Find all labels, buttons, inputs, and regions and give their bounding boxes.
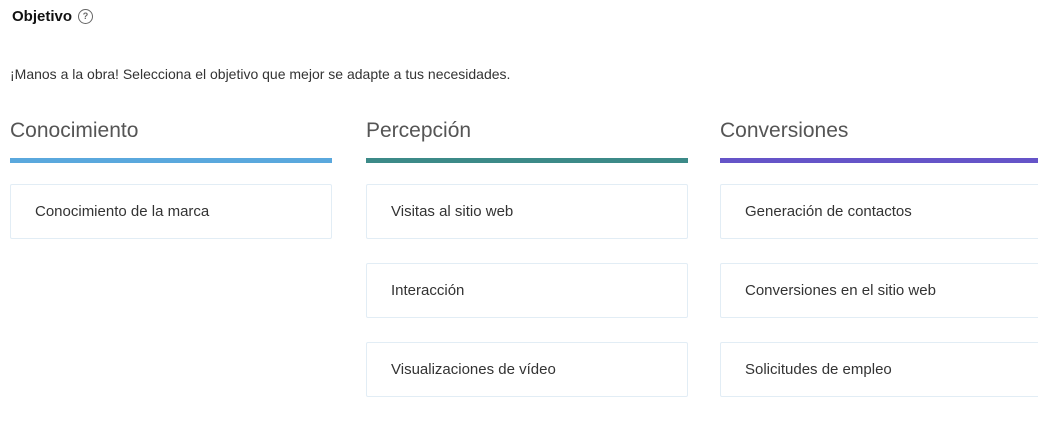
- column-bar-percepcion: [366, 158, 688, 163]
- objective-option-generacion-de-contactos[interactable]: Generación de contactos: [720, 184, 1038, 239]
- objective-option-interaccion[interactable]: Interacción: [366, 263, 688, 318]
- column-bar-conocimiento: [10, 158, 332, 163]
- column-bar-conversiones: [720, 158, 1038, 163]
- objective-option-solicitudes-de-empleo[interactable]: Solicitudes de empleo: [720, 342, 1038, 397]
- objective-header: Objetivo ?: [12, 8, 94, 25]
- column-conversiones: Conversiones Generación de contactos Con…: [720, 118, 1038, 421]
- column-heading-conocimiento: Conocimiento: [10, 119, 139, 142]
- objective-option-conversiones-en-el-sitio-web[interactable]: Conversiones en el sitio web: [720, 263, 1038, 318]
- page-subtitle: ¡Manos a la obra! Selecciona el objetivo…: [10, 66, 511, 82]
- objective-option-conocimiento-de-la-marca[interactable]: Conocimiento de la marca: [10, 184, 332, 239]
- objective-option-visitas-al-sitio-web[interactable]: Visitas al sitio web: [366, 184, 688, 239]
- column-heading-percepcion: Percepción: [366, 119, 472, 142]
- column-heading-conversiones: Conversiones: [720, 119, 849, 142]
- objective-option-visualizaciones-de-video[interactable]: Visualizaciones de vídeo: [366, 342, 688, 397]
- page-title: Objetivo: [12, 8, 73, 25]
- column-conocimiento: Conocimiento Conocimiento de la marca: [10, 118, 332, 263]
- help-icon[interactable]: ?: [78, 9, 94, 24]
- column-percepcion: Percepción Visitas al sitio web Interacc…: [366, 118, 688, 421]
